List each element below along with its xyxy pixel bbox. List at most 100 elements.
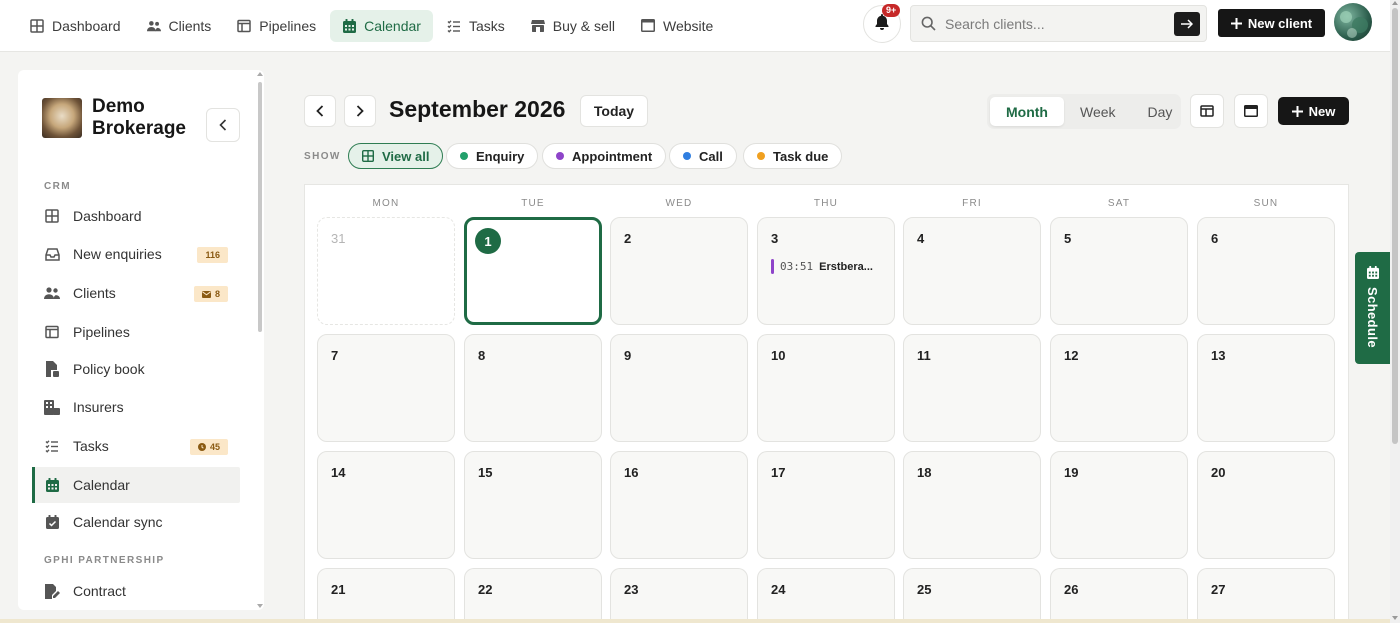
filter-show-label: SHOW — [304, 151, 341, 162]
arrow-right-icon — [1181, 18, 1193, 29]
day-number: 21 — [331, 582, 346, 597]
filter-appointment[interactable]: Appointment — [542, 143, 667, 169]
panel-toggle-button[interactable] — [1234, 94, 1268, 128]
sidebar-item-label: New enquiries — [73, 246, 162, 262]
user-avatar[interactable] — [1334, 3, 1372, 41]
day-cell[interactable]: 18 — [903, 451, 1041, 559]
page-scrollbar[interactable] — [1390, 0, 1400, 623]
nav-calendar[interactable]: Calendar — [330, 9, 433, 42]
day-cell[interactable]: 17 — [757, 451, 895, 559]
next-month-button[interactable] — [344, 95, 376, 127]
filter-view-all[interactable]: View all — [348, 143, 444, 169]
day-number: 20 — [1211, 465, 1226, 480]
filter-call[interactable]: Call — [669, 143, 737, 169]
day-cell[interactable]: 11 — [903, 334, 1041, 442]
sidebar-item-label: Clients — [73, 285, 116, 301]
nav-pipelines[interactable]: Pipelines — [225, 10, 328, 42]
layout-toggle-button[interactable] — [1190, 94, 1224, 128]
view-day-tab[interactable]: Day — [1132, 97, 1189, 126]
day-cell[interactable]: 4 — [903, 217, 1041, 325]
day-number: 6 — [1211, 231, 1219, 246]
day-cell[interactable]: 21 — [317, 568, 455, 619]
day-cell[interactable]: 26 — [1050, 568, 1188, 619]
day-cell[interactable]: 15 — [464, 451, 602, 559]
weekday-header: FRI — [962, 198, 982, 209]
sidebar-item-label: Calendar — [73, 477, 130, 493]
brand: Demo Brokerage — [42, 96, 192, 140]
sidebar-item-calendar[interactable]: Calendar — [32, 467, 240, 503]
filter-enquiry[interactable]: Enquiry — [446, 143, 539, 169]
today-button[interactable]: Today — [580, 95, 648, 127]
day-cell[interactable]: 24 — [757, 568, 895, 619]
scroll-up-arrow[interactable] — [257, 72, 263, 76]
day-cell[interactable]: 3 03:51 Erstbera... — [757, 217, 895, 325]
day-number: 1 — [475, 228, 501, 254]
nav-website[interactable]: Website — [629, 10, 725, 42]
search-input[interactable] — [945, 15, 1174, 32]
sidebar-item-dashboard[interactable]: Dashboard — [32, 198, 240, 234]
sidebar-item-insurers[interactable]: Insurers — [32, 389, 240, 425]
day-cell[interactable]: 7 — [317, 334, 455, 442]
sidebar-item-label: Calendar sync — [73, 514, 163, 530]
page-scroll-thumb[interactable] — [1392, 8, 1398, 444]
day-cell[interactable]: 19 — [1050, 451, 1188, 559]
day-number: 24 — [771, 582, 786, 597]
scroll-up-arrow[interactable] — [1392, 1, 1398, 5]
day-cell-today[interactable]: 1 — [464, 217, 602, 325]
day-cell[interactable]: 20 — [1197, 451, 1335, 559]
day-cell[interactable]: 9 — [610, 334, 748, 442]
collapse-sidebar-button[interactable] — [206, 108, 240, 142]
day-cell[interactable]: 27 — [1197, 568, 1335, 619]
sidebar-item-new-enquiries[interactable]: New enquiries 116 — [32, 236, 240, 272]
sidebar-item-contract[interactable]: Contract — [32, 573, 240, 609]
sidebar-item-policy-book[interactable]: Policy book — [32, 351, 240, 387]
calendar-check-icon — [44, 514, 60, 530]
sidebar-scroll-thumb[interactable] — [258, 82, 262, 332]
scroll-down-arrow[interactable] — [1392, 616, 1398, 620]
schedule-side-tab[interactable]: Schedule — [1355, 252, 1390, 364]
nav-dashboard[interactable]: Dashboard — [18, 10, 133, 42]
sidebar-item-clients[interactable]: Clients 8 — [32, 275, 240, 311]
policy-icon — [44, 361, 60, 377]
day-cell[interactable]: 10 — [757, 334, 895, 442]
sidebar-item-calendar-sync[interactable]: Calendar sync — [32, 504, 240, 540]
day-cell[interactable]: 31 — [317, 217, 455, 325]
scroll-down-arrow[interactable] — [257, 604, 263, 608]
day-cell[interactable]: 12 — [1050, 334, 1188, 442]
day-cell[interactable]: 25 — [903, 568, 1041, 619]
nav-calendar-label: Calendar — [364, 17, 421, 34]
day-cell[interactable]: 16 — [610, 451, 748, 559]
new-event-button[interactable]: New — [1278, 97, 1349, 125]
view-week-tab[interactable]: Week — [1064, 97, 1132, 126]
nav-clients[interactable]: Clients — [135, 10, 224, 42]
filter-task-due[interactable]: Task due — [743, 143, 843, 169]
nav-buy-sell-label: Buy & sell — [552, 17, 615, 34]
mail-icon — [201, 290, 211, 298]
sidebar-item-tasks[interactable]: Tasks 45 — [32, 428, 240, 464]
nav-buy-sell[interactable]: Buy & sell — [519, 10, 627, 42]
sidebar-item-pipelines[interactable]: Pipelines — [32, 314, 240, 350]
day-cell[interactable]: 13 — [1197, 334, 1335, 442]
filter-label: Appointment — [572, 148, 653, 164]
clock-icon — [197, 443, 206, 451]
day-number: 10 — [771, 348, 786, 363]
new-client-button[interactable]: New client — [1218, 9, 1325, 37]
nav-tasks[interactable]: Tasks — [435, 10, 517, 42]
appointment-color-dot — [556, 152, 564, 160]
day-cell[interactable]: 6 — [1197, 217, 1335, 325]
day-cell[interactable]: 14 — [317, 451, 455, 559]
day-cell[interactable]: 5 — [1050, 217, 1188, 325]
view-month-tab[interactable]: Month — [990, 97, 1064, 126]
calendar-event[interactable]: 03:51 Erstbera... — [771, 258, 889, 275]
chevron-right-icon — [356, 105, 364, 117]
tasks-count-badge: 45 — [189, 439, 228, 455]
search-submit-button[interactable] — [1174, 11, 1200, 36]
day-cell[interactable]: 8 — [464, 334, 602, 442]
top-navigation-bar: Dashboard Clients Pipelines Calendar Tas… — [0, 0, 1390, 52]
day-cell[interactable]: 2 — [610, 217, 748, 325]
day-cell[interactable]: 23 — [610, 568, 748, 619]
sidebar-scrollbar[interactable] — [256, 70, 264, 610]
day-cell[interactable]: 22 — [464, 568, 602, 619]
previous-month-button[interactable] — [304, 95, 336, 127]
day-number: 11 — [917, 348, 931, 363]
